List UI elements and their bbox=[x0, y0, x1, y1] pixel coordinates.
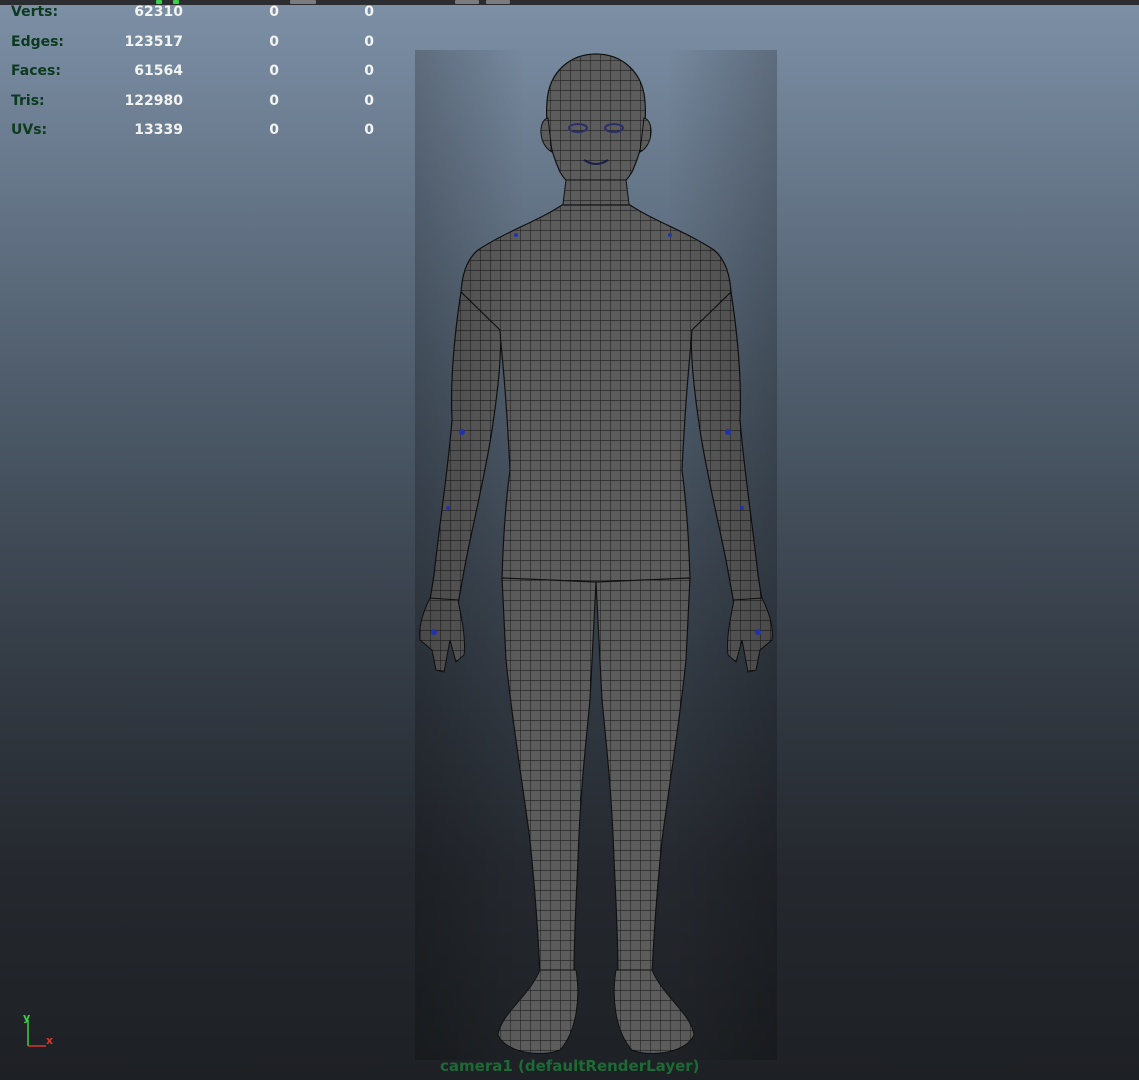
axis-y-label: y bbox=[23, 1011, 30, 1024]
mesh-body[interactable] bbox=[415, 50, 777, 1060]
human-mesh-model[interactable] bbox=[0, 0, 1139, 1080]
camera-label: camera1 (defaultRenderLayer) bbox=[440, 1057, 700, 1075]
axis-x-label: x bbox=[46, 1034, 53, 1047]
view-axis-icon: y x bbox=[23, 1011, 53, 1047]
